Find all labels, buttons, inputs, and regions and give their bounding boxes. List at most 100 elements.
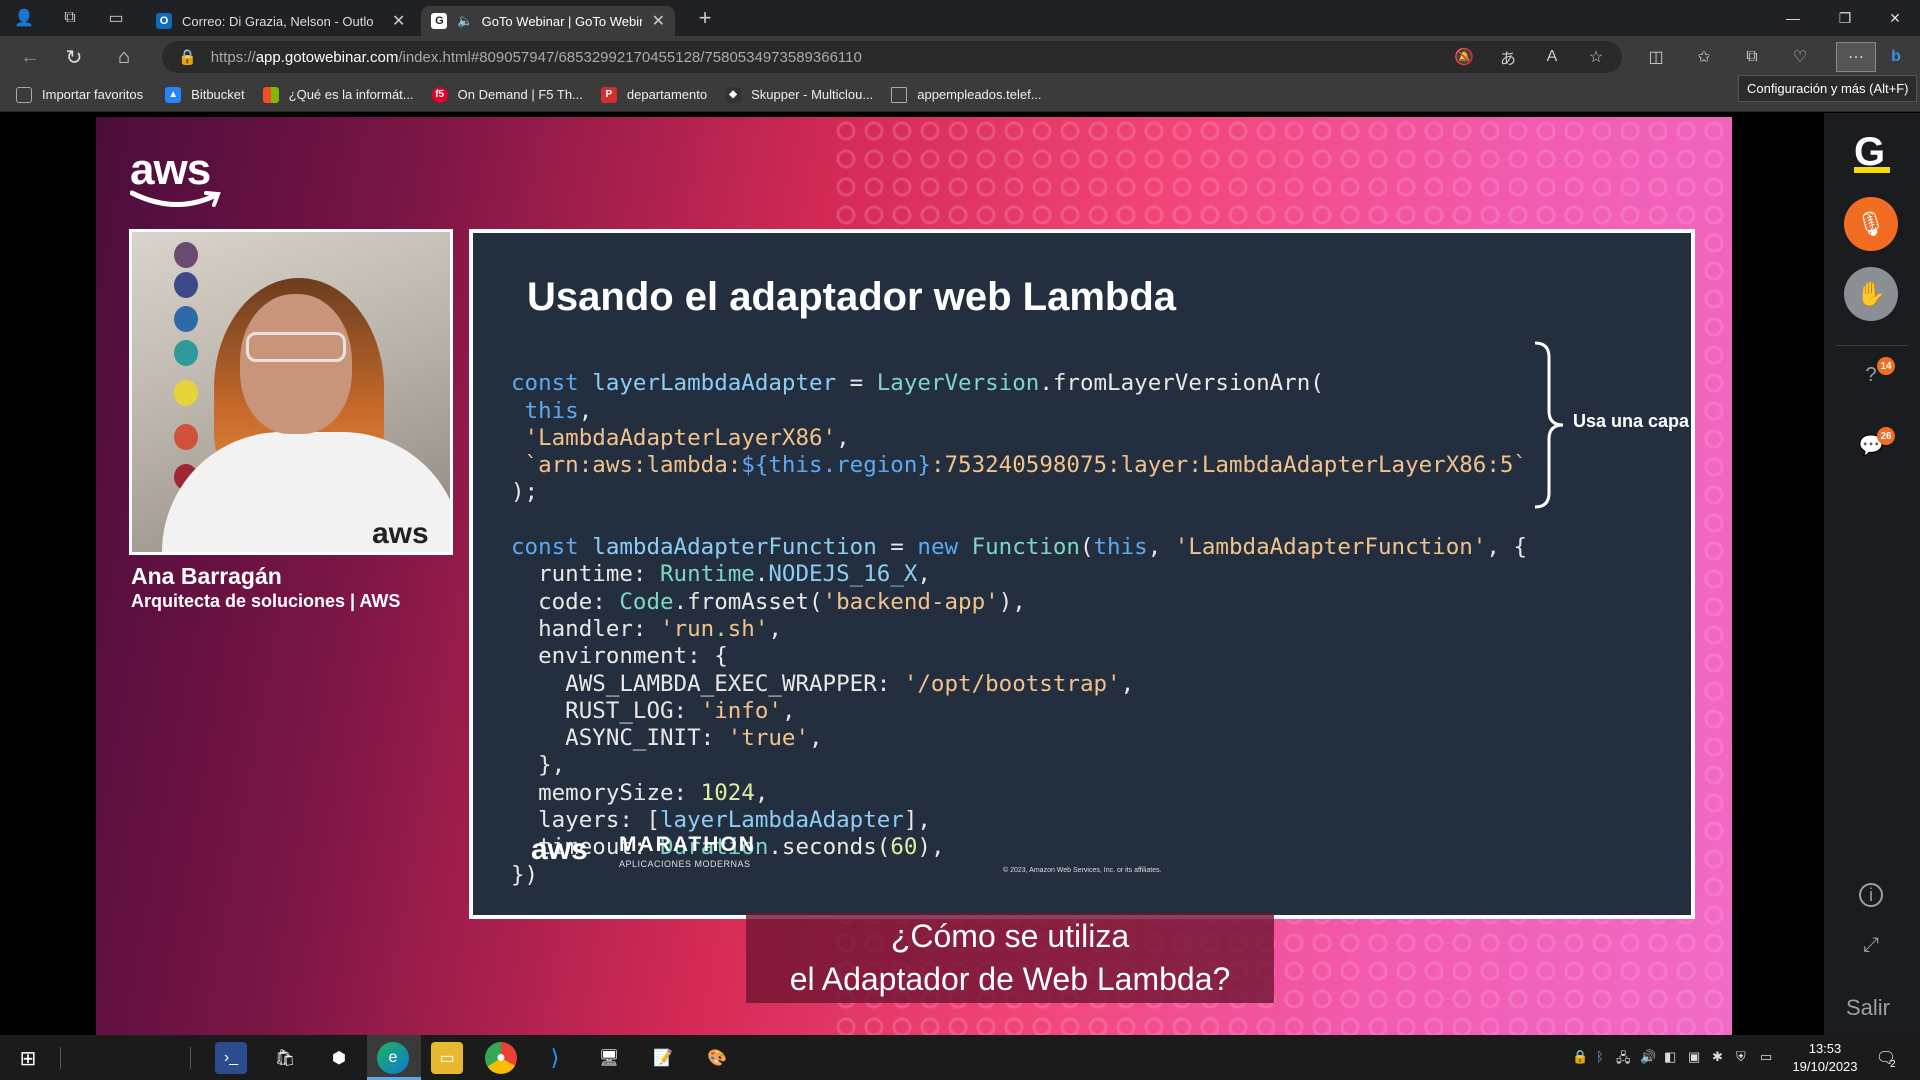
bookmark-item[interactable]: appempleados.telef...: [891, 86, 1042, 103]
decoration: [174, 272, 198, 298]
tab-title: Correo: Di Grazia, Nelson - Outlo: [182, 13, 374, 29]
more-menu-icon[interactable]: ⋯: [1836, 42, 1876, 72]
code-line: environment: {: [511, 643, 728, 670]
goto-logo-letter: G: [1854, 130, 1886, 174]
bookmark-item[interactable]: ◆ Skupper - Multiclou...: [725, 86, 874, 103]
browser-essentials-icon[interactable]: ♡: [1788, 45, 1812, 69]
goto-logo: G: [1854, 130, 1890, 175]
powershell-icon[interactable]: ›_: [215, 1042, 247, 1074]
tab-title: GoTo Webinar | GoTo Webin: [481, 13, 642, 29]
hoodie-aws-logo: aws: [372, 517, 429, 550]
webinar-viewport: aws aws Ana Barragán Arquitecta de soluc…: [0, 113, 1920, 1035]
tab-actions-icon[interactable]: ▭: [104, 6, 128, 30]
bookmark-item[interactable]: Pdepartamento: [600, 86, 707, 103]
tray-icon[interactable]: ✱: [1712, 1049, 1723, 1065]
network-icon[interactable]: 🖧: [1616, 1049, 1631, 1071]
bookmark-item[interactable]: f5 On Demand | F5 Th...: [431, 86, 583, 103]
bookmark-item[interactable]: Importar favoritos: [16, 86, 144, 103]
paint-icon[interactable]: 🎨: [701, 1042, 733, 1074]
tab-outlook[interactable]: O Correo: Di Grazia, Nelson - Outlo ✕: [146, 6, 415, 36]
bookmark-label: Bitbucket: [191, 87, 245, 102]
close-window-icon[interactable]: ✕: [1872, 0, 1918, 36]
caption-line: el Adaptador de Web Lambda?: [789, 961, 1231, 997]
bluetooth-icon[interactable]: ᛒ: [1596, 1049, 1604, 1064]
panel-divider: [1836, 345, 1908, 346]
notifications-icon[interactable]: 🗨: [1870, 1042, 1902, 1074]
tooltip: Configuración y más (Alt+F): [1738, 75, 1918, 102]
clock-time: 13:53: [1808, 1041, 1842, 1056]
marathon-subtitle: APLICACIONES MODERNAS: [619, 859, 751, 869]
marathon-aws-logo: aws: [531, 833, 588, 866]
chrome-icon[interactable]: ●: [485, 1042, 517, 1074]
mic-muted-icon[interactable]: 🎙: [1844, 197, 1898, 251]
tray-icon[interactable]: ◧: [1664, 1049, 1676, 1065]
code-line: layers: [layerLambdaAdapter],: [511, 807, 931, 834]
tray-icon[interactable]: ▣: [1688, 1049, 1700, 1065]
bing-chat-icon[interactable]: b: [1884, 45, 1908, 69]
goto-icon: G: [431, 13, 448, 29]
remote-desktop-icon[interactable]: 🖥: [593, 1042, 625, 1074]
read-aloud-icon[interactable]: A: [1540, 45, 1564, 69]
tab-gotowebinar[interactable]: G 🔈 GoTo Webinar | GoTo Webin ✕: [421, 6, 675, 36]
translate-icon[interactable]: あ: [1496, 45, 1520, 69]
lock-icon[interactable]: 🔒: [178, 48, 197, 66]
taskbar-clock[interactable]: 13:53 19/10/2023: [1790, 1040, 1860, 1076]
refresh-icon[interactable]: ↻: [56, 39, 92, 75]
code-line: `arn:aws:lambda:${this.region}:753240598…: [524, 452, 1527, 479]
vscode-icon[interactable]: ⟩: [539, 1042, 571, 1074]
code-line: AWS_LAMBDA_EXEC_WRAPPER: '/opt/bootstrap…: [511, 670, 1135, 697]
favorite-star-icon[interactable]: ☆: [1584, 45, 1608, 69]
skupper-icon: ◆: [725, 86, 742, 103]
code-line: handler: 'run.sh',: [511, 615, 782, 642]
tray-icon[interactable]: ⛨: [1736, 1049, 1746, 1065]
decoration: [174, 424, 198, 450]
back-icon[interactable]: ←: [12, 39, 48, 75]
store-icon[interactable]: 🛍: [269, 1042, 301, 1074]
decoration: [174, 340, 198, 366]
virtualbox-icon[interactable]: ⬢: [323, 1042, 355, 1074]
browser-toolbar: ← ↻ ⌂ 🔒 https://app.gotowebinar.com/inde…: [0, 36, 1920, 78]
bookmark-item[interactable]: ▲ Bitbucket: [165, 86, 245, 103]
file-explorer-icon[interactable]: ▭: [431, 1042, 463, 1074]
url-host: app.gotowebinar.com: [255, 48, 399, 66]
import-icon: [16, 86, 32, 103]
bookmark-label: Skupper - Multiclou...: [751, 87, 874, 102]
exit-button[interactable]: Salir: [1846, 995, 1890, 1021]
address-bar[interactable]: 🔒 https://app.gotowebinar.com/index.html…: [162, 41, 1622, 73]
chat-badge: 26: [1877, 427, 1895, 445]
collections-icon[interactable]: ⧉: [1740, 45, 1764, 69]
info-icon[interactable]: i: [1859, 883, 1883, 907]
minimize-icon[interactable]: —: [1770, 0, 1816, 36]
tray-icon[interactable]: 🔒: [1572, 1049, 1588, 1065]
aws-smile-icon: [130, 190, 221, 207]
slide-body: Usando el adaptador web Lambda const lay…: [473, 233, 1691, 915]
page-icon: [891, 86, 908, 103]
restore-icon[interactable]: ❐: [1822, 0, 1868, 36]
bookmark-item[interactable]: ¿Qué es la informát...: [262, 86, 414, 103]
raise-hand-icon[interactable]: ✋: [1844, 267, 1898, 321]
split-screen-icon[interactable]: ◫: [1644, 45, 1668, 69]
bookmark-label: Importar favoritos: [42, 87, 144, 102]
favorites-icon[interactable]: ✩: [1692, 45, 1716, 69]
decoration: [174, 242, 198, 268]
speaker-audio-icon[interactable]: 🔈: [457, 13, 473, 29]
webinar-stage: aws aws Ana Barragán Arquitecta de soluc…: [96, 117, 1732, 1035]
close-icon[interactable]: ✕: [392, 11, 405, 31]
new-tab-icon[interactable]: +: [693, 5, 717, 30]
bookmark-label: ¿Qué es la informát...: [288, 87, 414, 102]
home-icon[interactable]: ⌂: [106, 39, 142, 75]
profile-avatar-icon[interactable]: 👤: [12, 6, 36, 30]
fullscreen-icon[interactable]: ⤢: [1857, 931, 1885, 959]
workspaces-icon[interactable]: ⧉: [58, 6, 82, 30]
notepad-plus-icon[interactable]: 📝: [647, 1042, 679, 1074]
battery-icon[interactable]: ▭: [1760, 1049, 1772, 1065]
code-line: memorySize: 1024,: [511, 779, 769, 806]
tracking-prevention-icon[interactable]: 🔕: [1452, 45, 1476, 69]
decoration: [174, 380, 198, 406]
edge-icon[interactable]: e: [377, 1042, 409, 1074]
close-icon[interactable]: ✕: [652, 11, 665, 31]
marathon-title: MARATHON: [619, 833, 756, 856]
volume-icon[interactable]: 🔊: [1640, 1049, 1656, 1065]
windows-icon: [262, 86, 279, 103]
windows-start-icon[interactable]: ⊞: [12, 1042, 44, 1074]
